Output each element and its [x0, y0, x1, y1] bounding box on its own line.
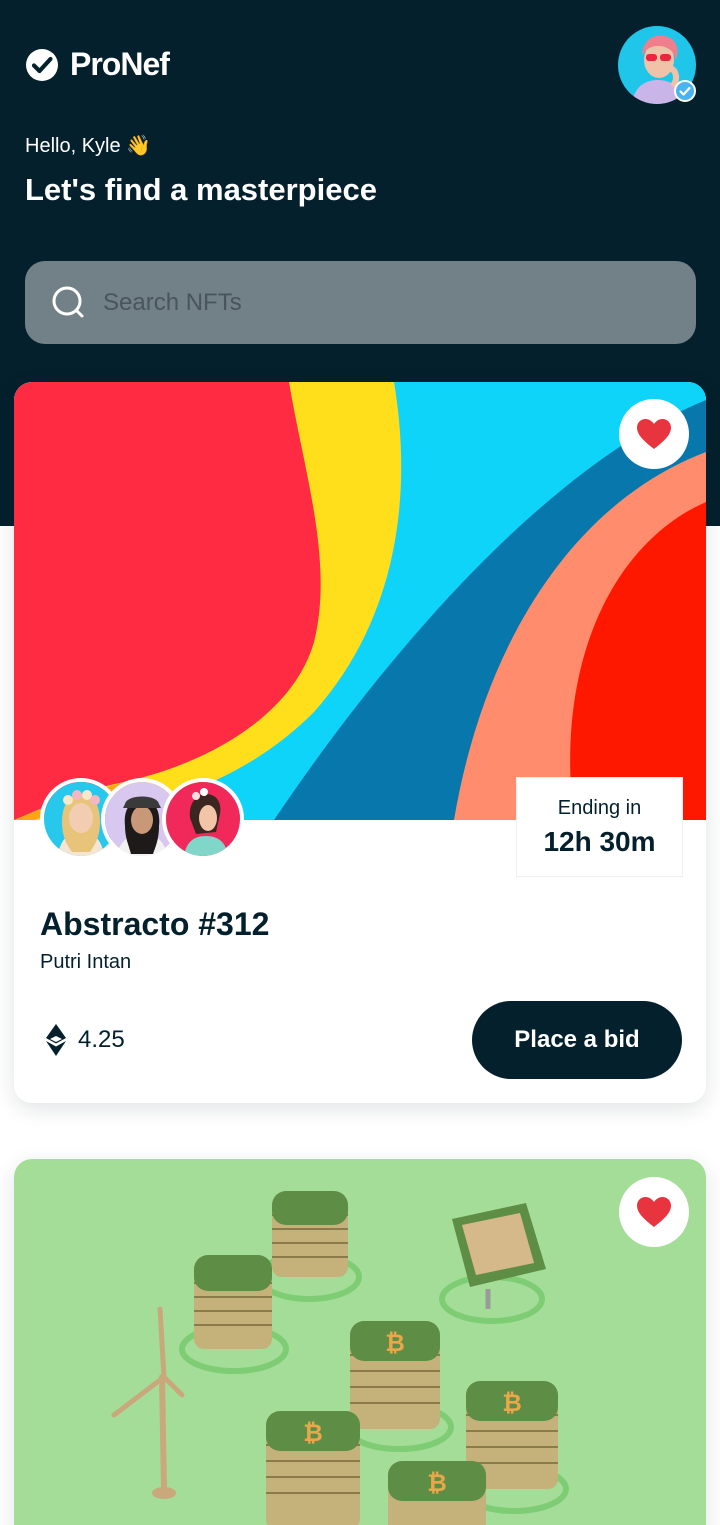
nft-title: Abstracto #312	[40, 906, 270, 942]
owner-avatars	[40, 778, 250, 860]
nft-artwork-abstract	[14, 382, 706, 820]
like-button[interactable]	[619, 1177, 689, 1247]
page-headline: Let's find a masterpiece	[25, 172, 377, 207]
svg-text:₿: ₿	[385, 1329, 405, 1357]
svg-text:₿: ₿	[502, 1389, 522, 1417]
nft-card[interactable]: ₿ ₿ ₿ ₿	[14, 1159, 706, 1525]
app-logo: ProNef	[25, 46, 170, 83]
ethereum-icon	[46, 1024, 66, 1056]
app-name: ProNef	[70, 46, 170, 82]
ending-label: Ending in	[557, 796, 642, 819]
check-circle-icon	[26, 48, 58, 81]
like-button[interactable]	[619, 399, 689, 469]
heart-icon	[637, 1197, 671, 1227]
verified-badge-icon	[674, 80, 696, 102]
place-bid-button[interactable]: Place a bid	[472, 1001, 682, 1079]
profile-avatar-button[interactable]	[618, 26, 696, 104]
nft-artwork-crypto-city: ₿ ₿ ₿ ₿	[14, 1159, 706, 1525]
svg-text:₿: ₿	[303, 1419, 323, 1447]
owner-avatar[interactable]	[162, 778, 244, 860]
nft-card[interactable]: Ending in 12h 30m Abstracto #312 Putri I…	[14, 382, 706, 1103]
greeting-text: Hello, Kyle 👋	[25, 135, 152, 157]
heart-icon	[637, 419, 671, 449]
nft-author: Putri Intan	[40, 951, 132, 973]
svg-text:₿: ₿	[427, 1469, 447, 1497]
search-input[interactable]	[103, 288, 643, 317]
ending-time: 12h 30m	[543, 825, 656, 857]
auction-timer: Ending in 12h 30m	[517, 778, 682, 876]
search-icon	[52, 286, 84, 317]
nft-price: 4.25	[46, 1024, 125, 1056]
search-bar[interactable]	[25, 261, 696, 344]
price-value: 4.25	[78, 1026, 125, 1053]
